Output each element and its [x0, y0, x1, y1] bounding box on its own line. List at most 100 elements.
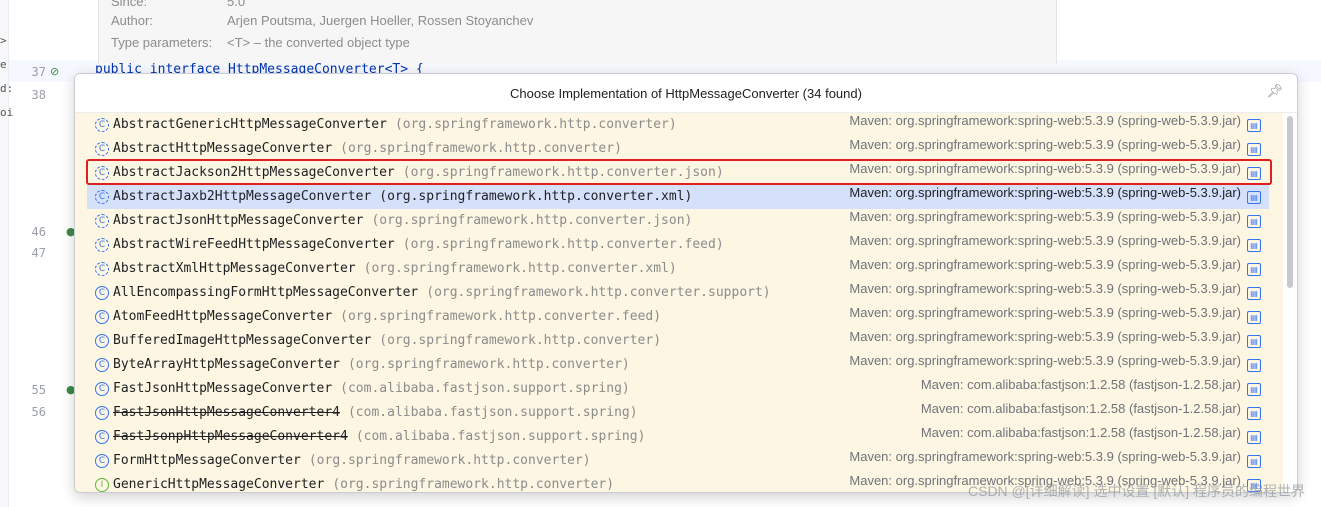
- line-number: 56: [31, 405, 46, 419]
- jar-library-icon: ▤: [1247, 335, 1261, 348]
- jar-library-icon: ▤: [1247, 383, 1261, 396]
- class-icon: C: [95, 334, 109, 348]
- jar-library-icon: ▤: [1247, 455, 1261, 468]
- line-number: 47: [31, 246, 46, 260]
- implementation-name: AbstractJsonHttpMessageConverter (org.spr…: [113, 209, 692, 233]
- class-name: AllEncompassingFormHttpMessageConverter: [113, 285, 419, 300]
- implementation-list-item[interactable]: C AbstractJaxb2HttpMessageConverter (org.s…: [87, 185, 1269, 209]
- doc-right-border: [1056, 0, 1057, 64]
- library-source: Maven: com.alibaba:fastjson:1.2.58 (fast…: [920, 401, 1241, 416]
- library-source: Maven: com.alibaba:fastjson:1.2.58 (fast…: [920, 377, 1241, 392]
- popup-title: Choose Implementation of HttpMessageConv…: [510, 86, 862, 101]
- class-icon: C: [95, 382, 109, 396]
- library-source: Maven: org.springframework:spring-web:5.…: [849, 233, 1241, 248]
- line-number: 38: [31, 88, 46, 102]
- class-icon: C: [95, 430, 109, 444]
- project-panel-edge: > e d: oi: [0, 0, 13, 507]
- class-icon: C: [95, 358, 109, 372]
- implementation-list-item[interactable]: C AbstractJsonHttpMessageConverter (org.sp…: [87, 209, 1269, 233]
- implementation-name: FastJsonHttpMessageConverter (com.alibaba…: [113, 377, 630, 401]
- package-name: (com.alibaba.fastjson.support.spring): [355, 429, 646, 444]
- implementation-list-item[interactable]: C AbstractWireFeedHttpMessageConverter (or…: [87, 233, 1269, 257]
- abstract-class-icon: C: [95, 262, 109, 276]
- jar-library-icon: ▤: [1247, 311, 1261, 324]
- class-name: FastJsonHttpMessageConverter: [113, 381, 333, 396]
- implementation-name: FastJsonHttpMessageConverter4 (com.alibab…: [113, 401, 638, 425]
- package-name: (org.springframework.http.converter.feed…: [402, 237, 724, 252]
- package-name: (com.alibaba.fastjson.support.spring): [340, 381, 630, 396]
- implementation-name: FormHttpMessageConverter (org.springframe…: [113, 449, 591, 473]
- jar-library-icon: ▤: [1247, 215, 1261, 228]
- implementation-list-item[interactable]: C FormHttpMessageConverter (org.springfram…: [87, 449, 1269, 473]
- implementation-list-item[interactable]: C BufferedImageHttpMessageConverter (org.s…: [87, 329, 1269, 353]
- left-strip-char: d:: [0, 82, 14, 95]
- implementation-list-item[interactable]: C ByteArrayHttpMessageConverter (org.sprin…: [87, 353, 1269, 377]
- jar-library-icon: ▤: [1247, 167, 1261, 180]
- class-name: AbstractJackson2HttpMessageConverter: [113, 165, 395, 180]
- left-strip-char: >: [0, 34, 7, 47]
- pin-icon[interactable]: 📌︎: [1266, 84, 1283, 99]
- package-name: (org.springframework.http.converter.xml): [379, 189, 693, 204]
- library-source: Maven: org.springframework:spring-web:5.…: [849, 449, 1241, 464]
- implementation-name: AtomFeedHttpMessageConverter (org.springf…: [113, 305, 661, 329]
- watermark-text: CSDN @[详细解读] 选中设置 [默认] 程序员的编程世界: [968, 483, 1305, 499]
- implementation-name: AbstractHttpMessageConverter (org.springf…: [113, 137, 622, 161]
- package-name: (org.springframework.http.converter.json…: [371, 213, 693, 228]
- jar-library-icon: ▤: [1247, 191, 1261, 204]
- implementation-list-item[interactable]: C AllEncompassingFormHttpMessageConverter…: [87, 281, 1269, 305]
- class-name: AbstractJaxb2HttpMessageConverter: [113, 189, 372, 204]
- list-scrollbar[interactable]: [1287, 116, 1293, 288]
- javadoc-render: Since: 5.0 Author: Arjen Poutsma, Juergen …: [98, 0, 1057, 64]
- implementation-list-item[interactable]: C AtomFeedHttpMessageConverter (org.spring…: [87, 305, 1269, 329]
- library-source: Maven: org.springframework:spring-web:5.…: [849, 137, 1241, 152]
- class-name: BufferedImageHttpMessageConverter: [113, 333, 372, 348]
- class-name: AbstractHttpMessageConverter: [113, 141, 333, 156]
- package-name: (org.springframework.http.converter.xml): [363, 261, 677, 276]
- implementation-name: GenericHttpMessageConverter (org.springfr…: [113, 473, 615, 492]
- class-icon: C: [95, 454, 109, 468]
- implementation-list-item[interactable]: C AbstractJackson2HttpMessageConverter (or…: [87, 161, 1269, 185]
- package-name: (org.springframework.http.converter): [394, 117, 677, 132]
- implementation-list-item[interactable]: C FastJsonHttpMessageConverter (com.alibab…: [87, 377, 1269, 401]
- package-name: (org.springframework.http.converter): [347, 357, 630, 372]
- package-name: (org.springframework.http.converter): [308, 453, 591, 468]
- implementation-list-item[interactable]: C AbstractGenericHttpMessageConverter (org…: [87, 113, 1269, 137]
- library-source: Maven: com.alibaba:fastjson:1.2.58 (fast…: [920, 425, 1241, 440]
- package-name: (org.springframework.http.converter.json…: [402, 165, 724, 180]
- implementation-list-item[interactable]: C FastJsonpHttpMessageConverter4 (com.alib…: [87, 425, 1269, 449]
- abstract-class-icon: C: [95, 238, 109, 252]
- library-source: Maven: org.springframework:spring-web:5.…: [849, 353, 1241, 368]
- implemented-gutter-icon[interactable]: ⊘: [50, 65, 64, 79]
- library-source: Maven: org.springframework:spring-web:5.…: [849, 305, 1241, 320]
- implementation-name: AbstractJackson2HttpMessageConverter (org…: [113, 161, 724, 185]
- jar-library-icon: ▤: [1247, 359, 1261, 372]
- package-name: (org.springframework.http.converter.feed…: [340, 309, 662, 324]
- implementation-list-item[interactable]: C AbstractHttpMessageConverter (org.spring…: [87, 137, 1269, 161]
- javadoc-author: Author: Arjen Poutsma, Juergen Hoeller, R…: [111, 13, 534, 28]
- class-name: AbstractGenericHttpMessageConverter: [113, 117, 387, 132]
- abstract-class-icon: C: [95, 142, 109, 156]
- package-name: (org.springframework.http.converter.supp…: [426, 285, 771, 300]
- abstract-class-icon: C: [95, 118, 109, 132]
- class-name: AbstractXmlHttpMessageConverter: [113, 261, 356, 276]
- jar-library-icon: ▤: [1247, 143, 1261, 156]
- line-number: 37: [31, 65, 46, 79]
- class-name: FormHttpMessageConverter: [113, 453, 301, 468]
- abstract-class-icon: C: [95, 166, 109, 180]
- package-name: (org.springframework.http.converter): [332, 477, 615, 492]
- implementation-name: AbstractWireFeedHttpMessageConverter (org…: [113, 233, 724, 257]
- implementation-list-item[interactable]: C AbstractXmlHttpMessageConverter (org.spr…: [87, 257, 1269, 281]
- class-name: GenericHttpMessageConverter: [113, 477, 325, 492]
- interface-icon: I: [95, 478, 109, 492]
- implementation-list: C AbstractGenericHttpMessageConverter (org…: [75, 113, 1283, 492]
- implementation-list-item[interactable]: C FastJsonHttpMessageConverter4 (com.aliba…: [87, 401, 1269, 425]
- library-source: Maven: org.springframework:spring-web:5.…: [849, 185, 1241, 200]
- package-name: (org.springframework.http.converter): [340, 141, 622, 156]
- abstract-class-icon: C: [95, 190, 109, 204]
- javadoc-type-params: Type parameters: <T> – the converted obje…: [111, 35, 410, 50]
- left-strip-char: e: [0, 58, 7, 71]
- jar-library-icon: ▤: [1247, 119, 1261, 132]
- line-number: 46: [31, 225, 46, 239]
- package-name: (org.springframework.http.converter): [379, 333, 662, 348]
- implementation-name: AbstractJaxb2HttpMessageConverter (org.sp…: [113, 185, 692, 209]
